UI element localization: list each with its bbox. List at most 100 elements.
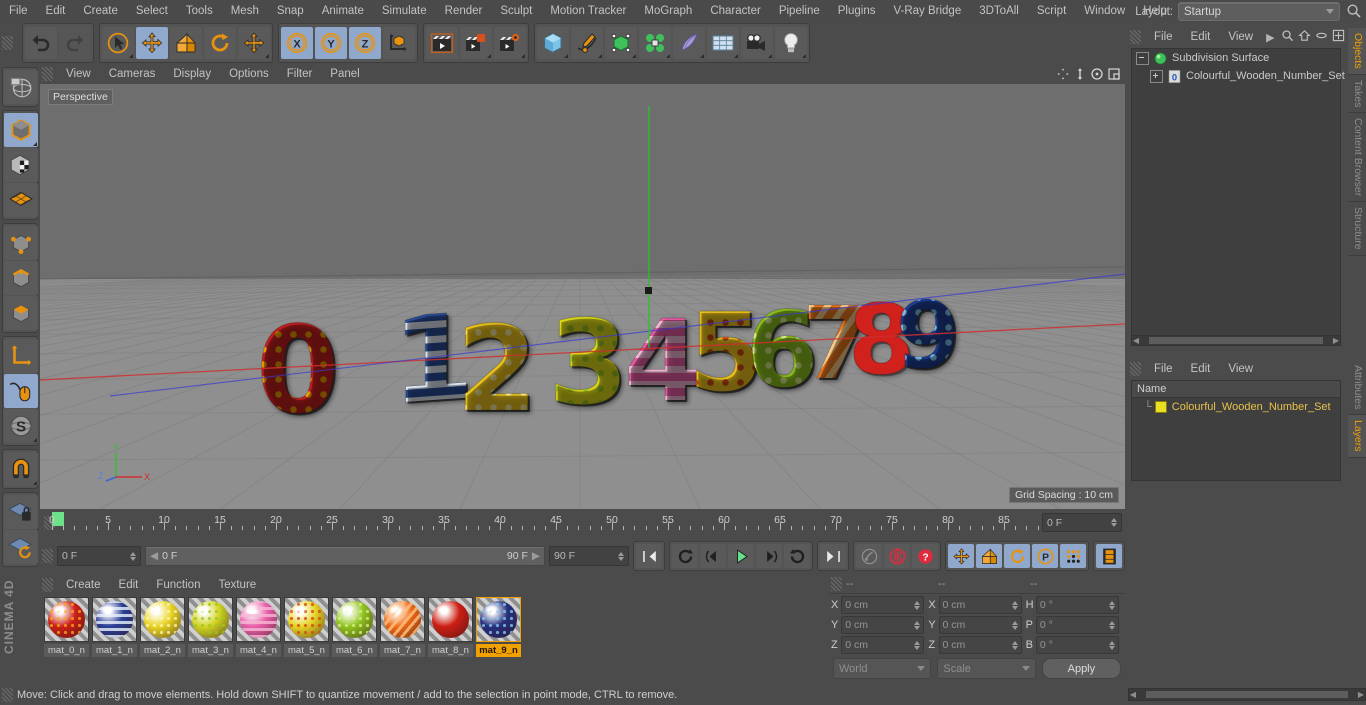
layer-color-swatch[interactable]	[1154, 401, 1167, 413]
menu-animate[interactable]: Animate	[313, 2, 373, 20]
menu-mograph[interactable]: MoGraph	[635, 2, 701, 20]
right-tab-structure[interactable]: Structure	[1348, 202, 1366, 256]
enable-axis-tool[interactable]	[4, 374, 38, 408]
parameter-key-toggle[interactable]: P	[1032, 544, 1058, 568]
viewport-grip[interactable]	[42, 67, 53, 81]
autokeying-button[interactable]	[884, 544, 910, 568]
material-mat_5_n[interactable]: mat_5_n	[284, 597, 329, 659]
z-axis-lock[interactable]: Z	[349, 27, 381, 59]
coord-size-field-z[interactable]: 0 cm	[938, 636, 1022, 654]
coord-size-field-x[interactable]: 0 cm	[938, 596, 1022, 614]
menu-create[interactable]: Create	[74, 2, 127, 20]
material-mat_6_n[interactable]: mat_6_n	[332, 597, 377, 659]
menu-character[interactable]: Character	[701, 2, 770, 20]
coord-rotation-field-p[interactable]: 0 °	[1035, 616, 1119, 634]
keyframe-selection-button[interactable]: ?	[912, 544, 938, 568]
object-manager-grip[interactable]	[1130, 30, 1141, 44]
tree-expander-icon[interactable]	[1136, 51, 1149, 65]
render-settings-button[interactable]	[494, 27, 526, 59]
menu-snap[interactable]: Snap	[268, 2, 313, 20]
axis-modify-tool[interactable]	[4, 339, 38, 373]
stepper-icon[interactable]	[1111, 518, 1117, 527]
layout-dropdown[interactable]: Startup	[1178, 2, 1340, 21]
material-mat_2_n[interactable]: mat_2_n	[140, 597, 185, 659]
material-thumbnail[interactable]	[236, 597, 281, 642]
menu-window[interactable]: Window	[1075, 2, 1134, 20]
material-thumbnails[interactable]: mat_0_n mat_1_n mat_2_n mat_3_n mat_4_n mat_5…	[44, 597, 521, 659]
menu-file[interactable]: File	[0, 2, 37, 20]
menu-script[interactable]: Script	[1028, 2, 1075, 20]
undo-button[interactable]	[25, 27, 57, 59]
menu-edit[interactable]: Edit	[37, 2, 75, 20]
texture-mode-tool[interactable]	[4, 148, 38, 182]
rotate-tool[interactable]	[204, 27, 236, 59]
add-array-button[interactable]	[639, 27, 671, 59]
stepper-icon[interactable]	[914, 600, 921, 610]
object-mode-tool[interactable]	[4, 113, 38, 147]
viewport-3d-scene[interactable]: 0011223344556677899 Perspective Grid Spa…	[40, 84, 1125, 509]
play-button[interactable]	[728, 544, 754, 568]
right-tab-attributes[interactable]: Attributes	[1348, 360, 1366, 416]
timeline-ruler-bar[interactable]: 051015202530354045505560657075808590 0 F	[40, 509, 1125, 537]
object-menu-file[interactable]: File	[1145, 28, 1182, 46]
world-coordinate-toggle[interactable]	[383, 27, 415, 59]
previous-frame-button[interactable]	[700, 544, 726, 568]
add-camera-button[interactable]	[741, 27, 773, 59]
add-light-button[interactable]	[775, 27, 807, 59]
bottom-hscrollbar[interactable]: ◀ ▶	[1128, 688, 1366, 701]
material-thumbnail[interactable]	[92, 597, 137, 642]
apply-button[interactable]: Apply	[1041, 658, 1121, 679]
zoom-icon[interactable]	[1072, 66, 1087, 81]
layer-menu-view[interactable]: View	[1219, 360, 1262, 378]
object-manager-hscrollbar[interactable]: ◀ ▶	[1131, 335, 1341, 346]
animation-start-field[interactable]: 0 F	[57, 546, 141, 566]
stepper-icon[interactable]	[914, 620, 921, 630]
material-mat_3_n[interactable]: mat_3_n	[188, 597, 233, 659]
coord-position-field-y[interactable]: 0 cm	[841, 616, 925, 634]
soft-selection-tool[interactable]: S	[4, 409, 38, 443]
coordinates-grip[interactable]	[831, 577, 842, 591]
object-tree-row-0[interactable]: Subdivision Surface	[1132, 49, 1340, 67]
status-grip[interactable]	[2, 688, 13, 702]
tree-expander-icon[interactable]	[1150, 69, 1163, 83]
menu-v-ray-bridge[interactable]: V-Ray Bridge	[884, 2, 970, 20]
point-mode-tool[interactable]	[4, 226, 38, 260]
layer-row-0[interactable]: └ Colourful_Wooden_Number_Set	[1132, 398, 1340, 416]
record-active-objects-button[interactable]	[856, 544, 882, 568]
move-tool[interactable]	[136, 27, 168, 59]
material-menu-edit[interactable]: Edit	[110, 576, 148, 594]
preview-range-slider[interactable]: ◀ 0 F 90 F ▶	[145, 546, 545, 566]
material-mat_4_n[interactable]: mat_4_n	[236, 597, 281, 659]
layer-manager-body[interactable]: Name └ Colourful_Wooden_Number_Set	[1131, 380, 1341, 481]
redo-button[interactable]	[59, 27, 91, 59]
add-spline-button[interactable]	[571, 27, 603, 59]
chevron-right-icon[interactable]: ▶	[1266, 31, 1274, 44]
menu-select[interactable]: Select	[127, 2, 177, 20]
range-right-arrow-icon[interactable]: ▶	[532, 550, 540, 562]
viewport-menu-panel[interactable]: Panel	[321, 65, 368, 83]
snap-magnet-tool[interactable]	[4, 452, 38, 486]
point-level-animation-toggle[interactable]	[1060, 544, 1086, 568]
stepper-icon[interactable]	[1011, 640, 1018, 650]
scroll-left-icon[interactable]: ◀	[1132, 337, 1140, 345]
pan-icon[interactable]	[1055, 66, 1070, 81]
coordinate-system-dropdown[interactable]: World	[833, 658, 932, 679]
scrollbar-thumb[interactable]	[1146, 691, 1348, 698]
right-tab-content-browser[interactable]: Content Browser	[1348, 113, 1366, 203]
scale-tool[interactable]	[170, 27, 202, 59]
stepper-icon[interactable]	[1108, 620, 1115, 630]
object-manager-tree[interactable]: Subdivision Surface 0 Colourful_Wooden_Num…	[1131, 48, 1345, 336]
object-menu-view[interactable]: View	[1219, 28, 1262, 46]
transport-grip[interactable]	[42, 549, 53, 563]
material-mat_9_n[interactable]: mat_9_n	[476, 597, 521, 659]
menu-plugins[interactable]: Plugins	[829, 2, 885, 20]
scene-number-3[interactable]: 33	[548, 305, 630, 422]
rotation-key-toggle[interactable]	[1004, 544, 1030, 568]
material-mat_1_n[interactable]: mat_1_n	[92, 597, 137, 659]
search-icon[interactable]	[1281, 29, 1294, 45]
scale-key-toggle[interactable]	[976, 544, 1002, 568]
stepper-icon[interactable]	[1108, 640, 1115, 650]
add-cube-button[interactable]	[537, 27, 569, 59]
menu-3dtoall[interactable]: 3DToAll	[970, 2, 1028, 20]
menu-simulate[interactable]: Simulate	[373, 2, 436, 20]
